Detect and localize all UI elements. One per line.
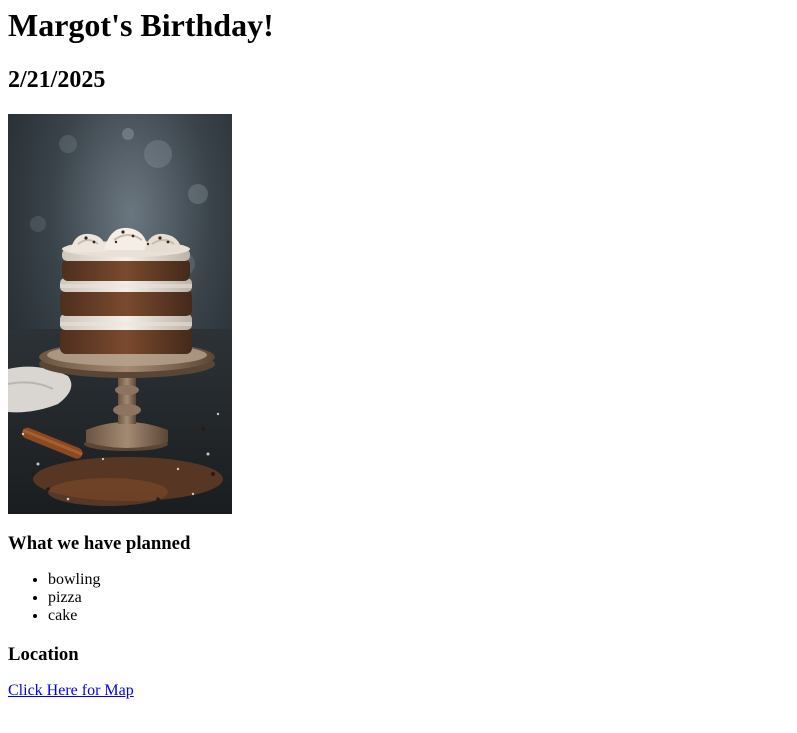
cake-photo <box>8 114 232 514</box>
event-date: 2/21/2025 <box>8 67 106 93</box>
plans-list: bowling pizza cake <box>8 571 789 625</box>
plans-heading: What we have planned <box>8 533 191 554</box>
list-item: cake <box>48 607 789 625</box>
list-item: bowling <box>48 571 789 589</box>
page-title: Margot's Birthday! <box>8 7 274 43</box>
list-item: pizza <box>48 589 789 607</box>
location-heading: Location <box>8 644 79 665</box>
page-content: Margot's Birthday! 2/21/2025 What we hav… <box>0 0 797 700</box>
map-link[interactable]: Click Here for Map <box>8 682 134 700</box>
